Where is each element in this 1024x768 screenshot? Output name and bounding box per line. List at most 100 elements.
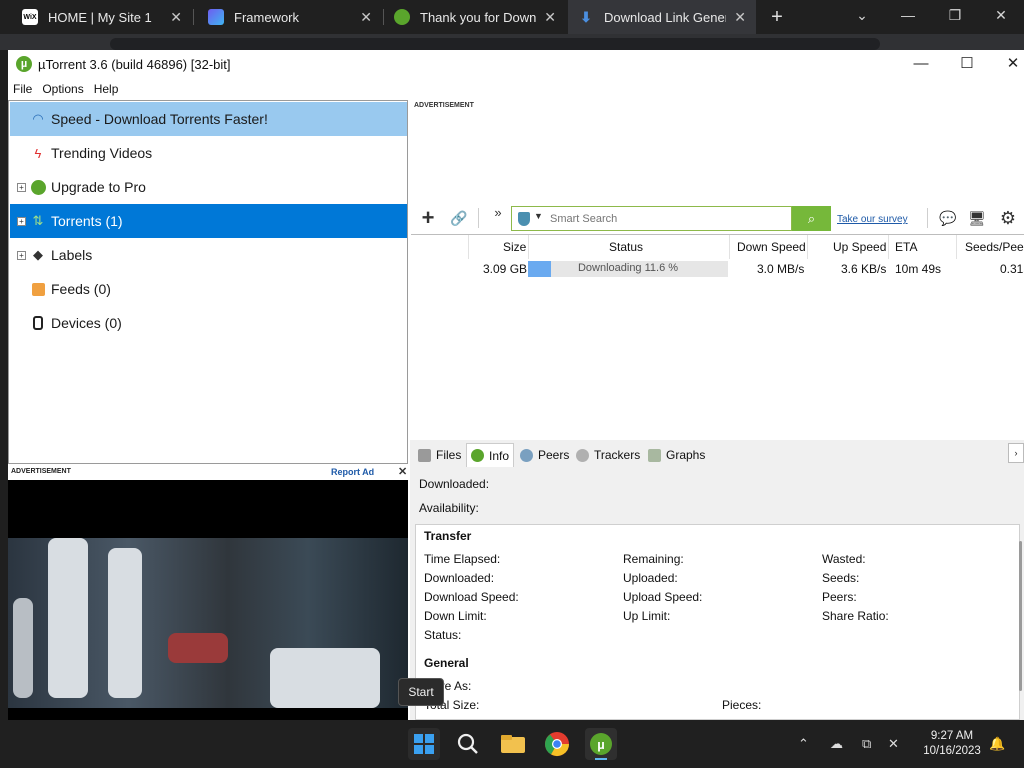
browser-restore-icon[interactable]: ❐ [941, 4, 969, 26]
framework-icon [208, 9, 224, 25]
browser-minimize-icon[interactable]: — [894, 4, 922, 26]
trackers-icon [576, 448, 589, 462]
sidebar-item-labels[interactable]: + ◆ Labels [10, 238, 407, 272]
sidebar-item-speed[interactable]: ◠ Speed - Download Torrents Faster! [10, 102, 407, 136]
remote-icon[interactable]: 🖥 [966, 207, 988, 229]
browser-tab-framework[interactable]: Framework ✕ [198, 0, 382, 34]
onedrive-icon[interactable]: ☁ [830, 736, 843, 752]
display-icon[interactable]: ⧉ [862, 736, 871, 752]
field-label: Time Elapsed: [424, 552, 501, 566]
utorrent-taskbar-icon[interactable]: µ [585, 728, 617, 760]
expand-icon[interactable]: + [17, 182, 26, 192]
start-tooltip: Start [398, 678, 444, 706]
browser-tab-home[interactable]: WiX HOME | My Site 1 ✕ [12, 0, 192, 34]
menu-options[interactable]: Options [37, 82, 88, 96]
downloaded-label: Downloaded: [419, 477, 490, 491]
column-header-seeds-peers[interactable]: Seeds/Peers [965, 240, 1024, 254]
wix-icon: WiX [22, 9, 38, 25]
maximize-button[interactable]: ☐ [944, 50, 990, 78]
column-divider [528, 235, 529, 259]
toolbar-divider [478, 208, 479, 228]
detail-tabs: Files Info Peers Trackers Graphs › [410, 440, 1024, 468]
sidebar-item-torrents[interactable]: + ⇅ Torrents (1) [10, 204, 407, 238]
survey-link[interactable]: Take our survey [837, 214, 908, 225]
column-divider [468, 235, 469, 259]
sidebar-item-label: Labels [51, 247, 93, 263]
availability-label: Availability: [419, 501, 479, 515]
tab-close-icon[interactable]: ✕ [170, 9, 182, 26]
sidebar-item-trending[interactable]: ϟ Trending Videos [10, 136, 407, 170]
column-header-up-speed[interactable]: Up Speed [833, 240, 886, 254]
report-ad-link[interactable]: Report Ad [331, 467, 374, 477]
volume-mute-icon[interactable]: ✕ [888, 736, 899, 752]
browser-close-icon[interactable]: ✕ [987, 4, 1015, 26]
minimize-button[interactable]: — [898, 50, 944, 78]
field-label: Share Ratio: [822, 609, 889, 623]
browser-tab-strip: WiX HOME | My Site 1 ✕ Framework ✕ Thank… [0, 0, 1024, 34]
column-header-size[interactable]: Size [503, 240, 526, 254]
expand-icon[interactable]: + [17, 250, 26, 260]
tab-title: HOME | My Site 1 [48, 9, 152, 25]
tab-close-icon[interactable]: ✕ [360, 9, 372, 26]
field-label: Down Limit: [424, 609, 487, 623]
files-icon [418, 448, 431, 462]
search-icon[interactable] [452, 728, 484, 760]
ad-label: ADVERTISEMENT [11, 468, 71, 475]
field-label: Status: [424, 628, 462, 642]
address-bar[interactable] [110, 38, 880, 50]
tabs-scroll-icon[interactable]: › [1008, 443, 1024, 463]
ad-close-icon[interactable]: ✕ [398, 465, 407, 478]
tab-files[interactable]: Files [414, 443, 465, 467]
torrents-icon: ⇅ [32, 213, 44, 228]
tab-graphs[interactable]: Graphs [644, 443, 709, 467]
sidebar-item-feeds[interactable]: Feeds (0) [10, 272, 407, 306]
tray-chevron-icon[interactable]: ⌃ [798, 736, 809, 752]
browser-tab-download-link[interactable]: ⬇ Download Link Genera ✕ [568, 0, 756, 34]
more-tools-button[interactable]: » [487, 202, 509, 224]
notification-bell-icon[interactable]: 🔔 [989, 736, 1005, 752]
toolbar: + 🔗 » ▼ ⌕ Take our survey 💬 🖥 ⚙ [410, 202, 1024, 234]
speedometer-icon: ◠ [32, 111, 44, 126]
menu-help[interactable]: Help [89, 82, 124, 96]
search-button[interactable]: ⌕ [792, 206, 831, 231]
ad-video[interactable] [8, 538, 408, 708]
chrome-icon[interactable] [541, 728, 573, 760]
tab-search-icon[interactable]: ⌄ [848, 4, 876, 26]
column-header-down-speed[interactable]: Down Speed [737, 240, 806, 254]
add-torrent-button[interactable]: + [417, 207, 439, 229]
field-label: Up Limit: [623, 609, 671, 623]
search-provider-dropdown-icon[interactable]: ▼ [534, 211, 543, 221]
tab-close-icon[interactable]: ✕ [544, 9, 556, 26]
file-explorer-icon[interactable] [497, 728, 529, 760]
field-label: Uploaded: [623, 571, 678, 585]
new-tab-button[interactable]: + [764, 4, 790, 30]
tab-title: Thank you for Downlo [420, 9, 537, 25]
sidebar-item-devices[interactable]: Devices (0) [10, 306, 407, 340]
system-clock[interactable]: 9:27 AM 10/16/2023 [916, 729, 988, 759]
add-link-button[interactable]: 🔗 [448, 207, 470, 229]
smart-search-box[interactable]: ▼ [511, 206, 792, 231]
sidebar-item-label: Torrents (1) [51, 213, 123, 229]
tab-close-icon[interactable]: ✕ [734, 9, 746, 26]
torrent-size: 3.09 GB [483, 262, 528, 276]
settings-icon[interactable]: ⚙ [997, 207, 1019, 229]
expand-icon[interactable]: + [17, 216, 26, 226]
graphs-icon [648, 448, 661, 462]
tab-label: Peers [538, 448, 570, 462]
tab-info[interactable]: Info [466, 443, 515, 467]
column-header-eta[interactable]: ETA [895, 240, 917, 254]
browser-tab-thank-you[interactable]: Thank you for Downlo ✕ [384, 0, 566, 34]
sidebar-item-upgrade[interactable]: + Upgrade to Pro [10, 170, 407, 204]
start-button[interactable] [408, 728, 440, 760]
sidebar: ◠ Speed - Download Torrents Faster! ϟ Tr… [8, 100, 408, 464]
vertical-scrollbar[interactable] [1019, 541, 1022, 691]
menu-file[interactable]: File [8, 82, 37, 96]
torrent-status: Downloading 11.6 % [577, 262, 679, 274]
tab-trackers[interactable]: Trackers [572, 443, 644, 467]
search-input[interactable] [550, 210, 786, 227]
close-button[interactable]: ✕ [990, 50, 1024, 78]
svg-text:µ: µ [597, 737, 605, 752]
column-header-status[interactable]: Status [609, 240, 643, 254]
tab-peers[interactable]: Peers [516, 443, 573, 467]
chat-icon[interactable]: 💬 [937, 207, 959, 229]
